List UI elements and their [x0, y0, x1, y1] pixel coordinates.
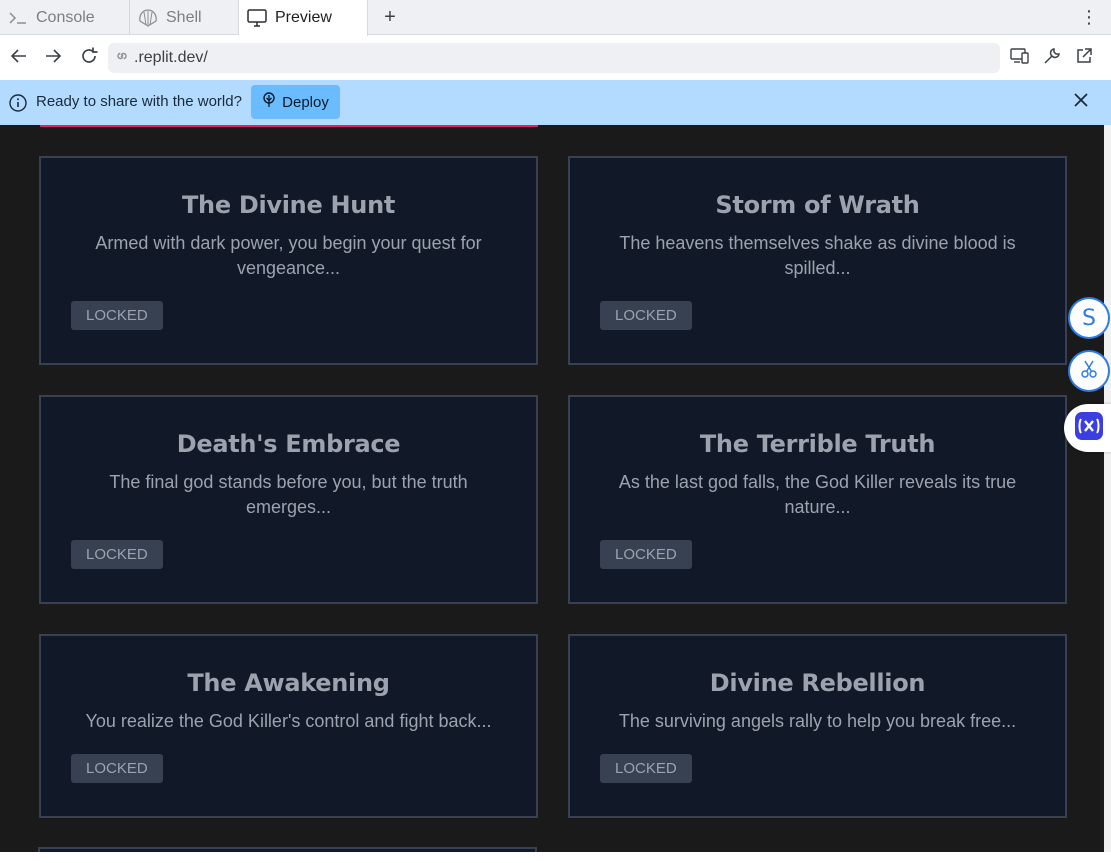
shell-icon	[138, 8, 158, 28]
close-banner-button[interactable]	[1071, 92, 1091, 112]
banner-message: Ready to share with the world?	[36, 93, 242, 110]
tab-preview[interactable]: Preview	[239, 0, 368, 36]
info-icon	[8, 93, 28, 113]
locked-badge: LOCKED	[71, 754, 163, 783]
tab-shell[interactable]: Shell	[130, 0, 239, 35]
back-button[interactable]	[7, 46, 31, 70]
devices-button[interactable]	[1008, 46, 1032, 70]
reload-icon	[79, 46, 99, 71]
terminal-icon	[8, 8, 28, 28]
close-icon	[1074, 92, 1088, 112]
top-accent-line	[40, 125, 538, 127]
chapter-title: Death's Embrace	[176, 430, 401, 458]
devtools-button[interactable]	[1040, 46, 1064, 70]
chapter-description: You realize the God Killer's control and…	[85, 711, 492, 731]
x-app-icon	[1075, 411, 1103, 445]
locked-badge: LOCKED	[600, 754, 692, 783]
deploy-icon	[262, 92, 276, 112]
s-extension-button[interactable]: S	[1070, 299, 1108, 337]
new-tab-button[interactable]: +	[376, 0, 404, 35]
chapter-card[interactable]: Storm of Wrath The heavens themselves sh…	[568, 156, 1067, 365]
chapter-title: The Terrible Truth	[699, 430, 936, 458]
chapter-description: As the last god falls, the God Killer re…	[618, 472, 1017, 517]
x-extension-button[interactable]	[1064, 404, 1111, 452]
bottom-strip	[0, 852, 1111, 863]
external-link-icon	[1075, 47, 1093, 70]
tab-label: Preview	[275, 9, 332, 26]
chapter-title: Storm of Wrath	[715, 191, 920, 219]
open-new-window-button[interactable]	[1072, 46, 1096, 70]
arrow-right-icon	[44, 48, 62, 69]
locked-badge: LOCKED	[71, 540, 163, 569]
reload-button[interactable]	[77, 46, 101, 70]
scrollbar-track[interactable]	[1104, 125, 1111, 852]
scissors-extension-button[interactable]	[1070, 352, 1108, 390]
chapter-card[interactable]: The Terrible Truth As the last god falls…	[568, 395, 1067, 604]
wrench-icon	[1043, 47, 1061, 70]
chapter-card[interactable]: Divine Rebellion The surviving angels ra…	[568, 634, 1067, 818]
chapter-card[interactable]: Death's Embrace The final god stands bef…	[39, 395, 538, 604]
arrow-left-icon	[10, 48, 28, 69]
deploy-banner: Ready to share with the world? Deploy	[0, 80, 1111, 125]
monitor-icon	[247, 8, 267, 28]
tab-label: Console	[36, 8, 95, 26]
chapter-description: The surviving angels rally to help you b…	[618, 711, 1017, 731]
link-icon	[114, 48, 130, 69]
chapter-description: The heavens themselves shake as divine b…	[619, 233, 1016, 278]
chapter-card[interactable]: The Divine Hunt Armed with dark power, y…	[39, 156, 538, 365]
s-extension-label: S	[1082, 305, 1096, 331]
chapter-title: The Awakening	[187, 669, 390, 697]
locked-badge: LOCKED	[600, 301, 692, 330]
deploy-button[interactable]: Deploy	[251, 85, 340, 119]
address-bar: .replit.dev/	[0, 36, 1111, 80]
scissors-icon	[1079, 359, 1099, 384]
more-options-icon[interactable]: ⋮	[1080, 0, 1098, 35]
tab-label: Shell	[166, 8, 202, 26]
forward-button[interactable]	[41, 46, 65, 70]
chapter-description: The final god stands before you, but the…	[109, 472, 468, 517]
url-text: .replit.dev/	[134, 49, 208, 66]
deploy-label: Deploy	[282, 93, 329, 111]
chapter-title: Divine Rebellion	[709, 669, 926, 697]
tab-console[interactable]: Console	[0, 0, 130, 35]
preview-viewport: The Divine Hunt Armed with dark power, y…	[0, 125, 1104, 852]
locked-badge: LOCKED	[600, 540, 692, 569]
url-field[interactable]: .replit.dev/	[108, 43, 1000, 73]
devices-icon	[1010, 47, 1030, 70]
locked-badge: LOCKED	[71, 301, 163, 330]
chapter-title: The Divine Hunt	[181, 191, 396, 219]
chapter-description: Armed with dark power, you begin your qu…	[95, 233, 482, 278]
tab-bar: Console Shell Preview + ⋮	[0, 0, 1111, 36]
chapter-card[interactable]: The Awakening You realize the God Killer…	[39, 634, 538, 818]
